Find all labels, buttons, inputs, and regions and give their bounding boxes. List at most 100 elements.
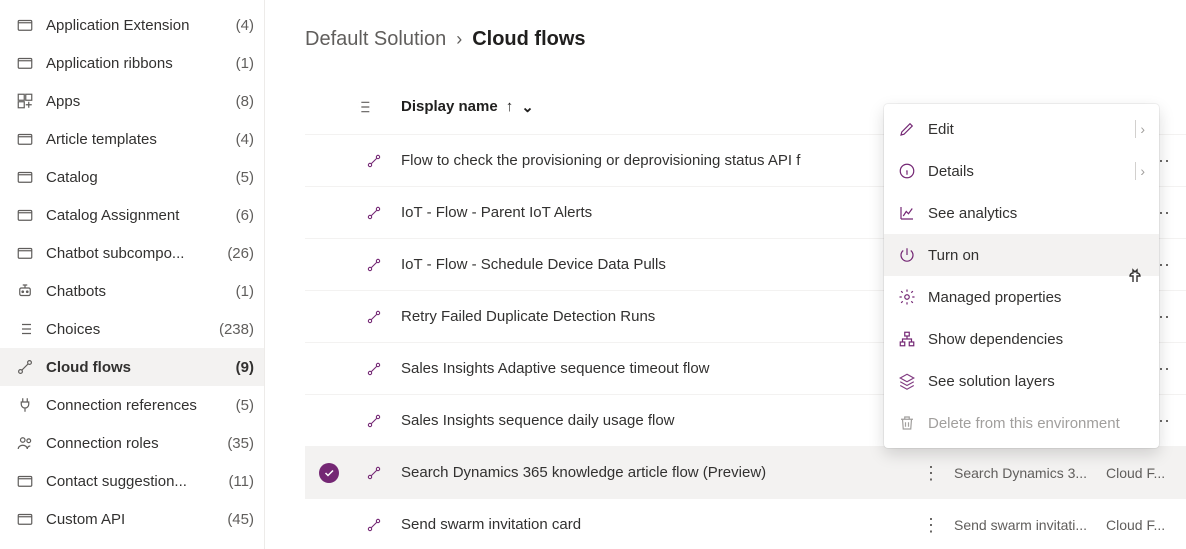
sidebar-item-count: (11) bbox=[228, 473, 254, 490]
sidebar-item-connection-references[interactable]: Connection references (5) bbox=[0, 386, 264, 424]
chevron-right-icon: › bbox=[456, 29, 462, 50]
flow-icon bbox=[353, 465, 395, 481]
chevron-right-icon[interactable]: › bbox=[1140, 163, 1145, 179]
sidebar-item-count: (26) bbox=[227, 245, 254, 262]
more-actions-icon[interactable]: ⋮ bbox=[916, 464, 946, 482]
sidebar-item-count: (1) bbox=[236, 283, 254, 300]
sidebar-item-label: Choices bbox=[46, 321, 207, 338]
row-type: Cloud F... bbox=[1106, 465, 1176, 481]
context-menu: Edit › Details › See analytics Turn on M… bbox=[884, 104, 1159, 448]
menu-label: Show dependencies bbox=[928, 331, 1145, 348]
row-name[interactable]: Search Dynamics 365 knowledge article fl… bbox=[395, 464, 916, 481]
column-options-icon[interactable] bbox=[353, 99, 375, 115]
sidebar-item-label: Custom API bbox=[46, 511, 215, 528]
sidebar-item-count: (4) bbox=[236, 131, 254, 148]
row-name-secondary: Search Dynamics 3... bbox=[946, 465, 1106, 481]
sidebar-item-label: Connection roles bbox=[46, 435, 215, 452]
menu-see-solution-layers[interactable]: See solution layers bbox=[884, 360, 1159, 402]
sidebar-item-label: Chatbots bbox=[46, 283, 224, 300]
folder-icon bbox=[16, 130, 34, 148]
row-name[interactable]: Send swarm invitation card bbox=[395, 516, 916, 533]
menu-delete: Delete from this environment bbox=[884, 402, 1159, 444]
plug-icon bbox=[16, 396, 34, 414]
menu-label: See analytics bbox=[928, 205, 1145, 222]
info-icon bbox=[898, 162, 916, 180]
sidebar-item-count: (35) bbox=[227, 435, 254, 452]
sidebar-item-label: Apps bbox=[46, 93, 224, 110]
sidebar-item-label: Application ribbons bbox=[46, 55, 224, 72]
sidebar-item-apps[interactable]: Apps (8) bbox=[0, 82, 264, 120]
people-icon bbox=[16, 434, 34, 452]
flow-icon bbox=[353, 309, 395, 325]
sidebar-item-application-ribbons[interactable]: Application ribbons (1) bbox=[0, 44, 264, 82]
breadcrumb-current: Cloud flows bbox=[472, 28, 585, 51]
sidebar-item-application-extension[interactable]: Application Extension (4) bbox=[0, 6, 264, 44]
sidebar-item-label: Contact suggestion... bbox=[46, 473, 216, 490]
more-actions-icon[interactable]: ⋮ bbox=[916, 516, 946, 534]
menu-show-dependencies[interactable]: Show dependencies bbox=[884, 318, 1159, 360]
sidebar-item-contact-suggestion[interactable]: Contact suggestion... (11) bbox=[0, 462, 264, 500]
menu-label: Details bbox=[928, 163, 1123, 180]
breadcrumb-root[interactable]: Default Solution bbox=[305, 28, 446, 51]
chevron-right-icon[interactable]: › bbox=[1140, 121, 1145, 137]
menu-managed-properties[interactable]: Managed properties bbox=[884, 276, 1159, 318]
flow-icon bbox=[353, 205, 395, 221]
list-icon bbox=[16, 320, 34, 338]
table-row[interactable]: Send swarm invitation card ⋮ Send swarm … bbox=[305, 499, 1186, 549]
sidebar-item-label: Cloud flows bbox=[46, 359, 224, 376]
apps-icon bbox=[16, 92, 34, 110]
sidebar-item-count: (6) bbox=[236, 207, 254, 224]
folder-icon bbox=[16, 510, 34, 528]
sidebar-item-count: (45) bbox=[227, 511, 254, 528]
folder-icon bbox=[16, 16, 34, 34]
delete-icon bbox=[898, 414, 916, 432]
sidebar-item-label: Catalog bbox=[46, 169, 224, 186]
menu-turn-on[interactable]: Turn on bbox=[884, 234, 1159, 276]
sidebar-item-connection-roles[interactable]: Connection roles (35) bbox=[0, 424, 264, 462]
sidebar-item-choices[interactable]: Choices (238) bbox=[0, 310, 264, 348]
sidebar-item-catalog[interactable]: Catalog (5) bbox=[0, 158, 264, 196]
gear-icon bbox=[898, 288, 916, 306]
sidebar-item-article-templates[interactable]: Article templates (4) bbox=[0, 120, 264, 158]
sidebar-item-chatbot-subcomponents[interactable]: Chatbot subcompo... (26) bbox=[0, 234, 264, 272]
sidebar-item-label: Connection references bbox=[46, 397, 224, 414]
power-icon bbox=[898, 246, 916, 264]
flow-icon bbox=[353, 517, 395, 533]
menu-edit[interactable]: Edit › bbox=[884, 108, 1159, 150]
flow-icon bbox=[353, 361, 395, 377]
menu-label: See solution layers bbox=[928, 373, 1145, 390]
row-name-secondary: Send swarm invitati... bbox=[946, 517, 1106, 533]
sidebar-item-cloud-flows[interactable]: Cloud flows (9) bbox=[0, 348, 264, 386]
edit-icon bbox=[898, 120, 916, 138]
sidebar-item-label: Catalog Assignment bbox=[46, 207, 224, 224]
folder-icon bbox=[16, 168, 34, 186]
sidebar-item-custom-api[interactable]: Custom API (45) bbox=[0, 500, 264, 538]
sidebar-item-count: (4) bbox=[236, 17, 254, 34]
sidebar-item-count: (5) bbox=[236, 397, 254, 414]
table-row[interactable]: Search Dynamics 365 knowledge article fl… bbox=[305, 447, 1186, 499]
sidebar-item-label: Chatbot subcompo... bbox=[46, 245, 215, 262]
menu-see-analytics[interactable]: See analytics bbox=[884, 192, 1159, 234]
menu-label: Managed properties bbox=[928, 289, 1145, 306]
menu-details[interactable]: Details › bbox=[884, 150, 1159, 192]
chart-icon bbox=[898, 204, 916, 222]
menu-label: Turn on bbox=[928, 247, 1145, 264]
flow-icon bbox=[16, 358, 34, 376]
row-selected-check[interactable] bbox=[305, 463, 353, 483]
flow-icon bbox=[353, 257, 395, 273]
checkmark-icon bbox=[319, 463, 339, 483]
sidebar-item-count: (1) bbox=[236, 55, 254, 72]
sidebar-item-count: (5) bbox=[236, 169, 254, 186]
folder-icon bbox=[16, 244, 34, 262]
sidebar-item-chatbots[interactable]: Chatbots (1) bbox=[0, 272, 264, 310]
dependencies-icon bbox=[898, 330, 916, 348]
folder-icon bbox=[16, 206, 34, 224]
menu-label: Delete from this environment bbox=[928, 415, 1145, 432]
sort-ascending-icon: ↑ bbox=[506, 98, 514, 115]
row-type: Cloud F... bbox=[1106, 517, 1176, 533]
folder-icon bbox=[16, 54, 34, 72]
sidebar-item-label: Application Extension bbox=[46, 17, 224, 34]
sidebar-item-catalog-assignment[interactable]: Catalog Assignment (6) bbox=[0, 196, 264, 234]
flow-icon bbox=[353, 153, 395, 169]
chevron-down-icon[interactable]: ⌄ bbox=[521, 98, 534, 116]
